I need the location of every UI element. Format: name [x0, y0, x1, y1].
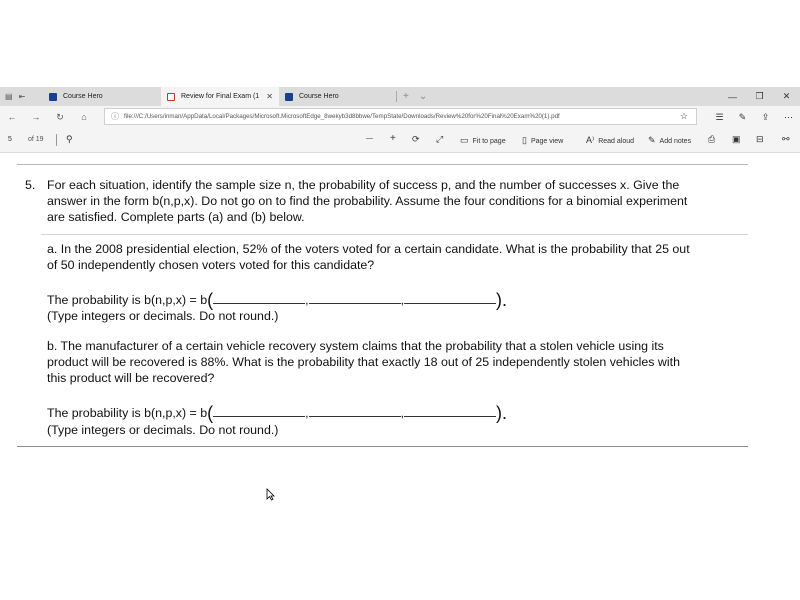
fit-to-page-icon: ▭	[460, 135, 469, 145]
part-b-line-2: product will be recovered is 88%. What i…	[47, 355, 680, 369]
more-icon[interactable]: ⋯	[777, 112, 800, 123]
part-b-line-1: b. The manufacturer of a certain vehicle…	[47, 339, 664, 353]
tab-course-hero-1[interactable]: Course Hero	[43, 87, 161, 106]
close-paren: ).	[496, 403, 508, 423]
home-icon[interactable]: ⌂	[72, 112, 96, 122]
favorites-icon[interactable]: ☰	[708, 112, 731, 123]
system-icons: ▤ ⇤	[0, 87, 43, 106]
page-view-label: Page view	[530, 138, 564, 145]
page-view-icon: ▯	[522, 135, 527, 145]
rotate-icon[interactable]: ⟳	[412, 134, 420, 145]
fit-to-page-label: Fit to page	[472, 138, 506, 145]
question-number: 5.	[25, 178, 36, 192]
close-tab-icon[interactable]: ✕	[266, 92, 273, 101]
tab-course-hero-2[interactable]: Course Hero	[279, 87, 397, 106]
part-b-x-input[interactable]	[404, 403, 497, 417]
open-paren: (	[207, 290, 214, 310]
part-b-p-input[interactable]	[308, 403, 401, 417]
part-a-p-input[interactable]	[308, 290, 401, 304]
url-text: file:///C:/Users/inman/AppData/Local/Pac…	[124, 113, 560, 120]
open-paren: (	[207, 403, 214, 423]
tab-divider	[396, 91, 397, 102]
read-aloud-button[interactable]: A⁾ Read aloud	[586, 135, 634, 146]
part-b-n-input[interactable]	[213, 403, 306, 417]
pdf-icon	[167, 92, 175, 101]
back-icon[interactable]: ←	[0, 112, 24, 122]
share-icon[interactable]: ⇪	[754, 112, 777, 123]
question-text-line-2: answer in the form b(n,p,x). Do not go o…	[47, 194, 688, 208]
new-tab-area: + ⌄	[403, 87, 427, 106]
tab-title: Review for Final Exam (1	[181, 93, 260, 100]
part-b-prompt: The probability is b(n,p,x) = b	[47, 406, 208, 420]
address-input[interactable]: ⓘ file:///C:/Users/inman/AppData/Local/P…	[104, 108, 697, 125]
browser-actions: ☰ ✎ ⇪ ⋯	[708, 106, 800, 128]
question-text-line-1: For each situation, identify the sample …	[47, 178, 680, 192]
fit-to-page-button[interactable]: ▭ Fit to page	[460, 135, 506, 146]
add-notes-icon: ✎	[648, 135, 656, 145]
part-a-answer-row: The probability is b(n,p,x) = b(,,).	[47, 290, 507, 309]
close-window-button[interactable]: ✕	[773, 87, 800, 106]
toolbar-divider	[56, 134, 57, 146]
read-aloud-label: Read aloud	[598, 138, 635, 145]
save-as-icon[interactable]: ⊟	[756, 134, 764, 145]
info-icon[interactable]: ⓘ	[111, 111, 119, 122]
tab-strip: ▤ ⇤ Course Hero Review for Final Exam (1…	[0, 87, 800, 106]
save-icon[interactable]: ▣	[732, 134, 741, 145]
full-screen-icon[interactable]: ⤢	[436, 134, 443, 145]
page-view-button[interactable]: ▯ Page view	[522, 135, 563, 146]
pdf-toolbar: 5 of 19 ⚲ — + ⟳ ⤢ ▭ Fit to page ▯ Page vie…	[0, 128, 800, 153]
pen-icon[interactable]: ✎	[731, 112, 754, 123]
tab-title: Course Hero	[299, 93, 339, 100]
search-icon[interactable]: ⚲	[66, 134, 73, 145]
part-a-x-input[interactable]	[404, 290, 497, 304]
course-hero-icon	[285, 92, 293, 101]
restore-button[interactable]: ❐	[746, 87, 773, 106]
read-aloud-icon: A⁾	[586, 135, 595, 145]
address-bar-row: ← → ↻ ⌂ ⓘ file:///C:/Users/inman/AppData…	[0, 106, 800, 128]
zoom-in-icon[interactable]: +	[390, 133, 396, 144]
zoom-out-icon[interactable]: —	[366, 135, 373, 142]
window-controls: — ❐ ✕	[719, 87, 800, 106]
refresh-icon[interactable]: ↻	[48, 112, 72, 123]
part-a-prompt: The probability is b(n,p,x) = b	[47, 293, 208, 307]
set-aside-tabs-icon[interactable]: ⇤	[19, 92, 26, 101]
top-divider	[17, 164, 748, 165]
part-a-line-1: a. In the 2008 presidential election, 52…	[47, 242, 690, 256]
chevron-down-icon[interactable]: ⌄	[419, 91, 427, 102]
part-b-answer-row: The probability is b(n,p,x) = b(,,).	[47, 403, 507, 422]
course-hero-icon	[49, 92, 57, 101]
close-paren: ).	[496, 290, 508, 310]
question-text-line-3: are satisfied. Complete parts (a) and (b…	[47, 210, 305, 224]
part-a-note: (Type integers or decimals. Do not round…	[47, 309, 279, 323]
tab-actions-icon[interactable]: ▤	[5, 92, 13, 101]
part-a-line-2: of 50 independently chosen voters voted …	[47, 258, 375, 272]
mouse-cursor-icon	[266, 488, 275, 501]
pin-toolbar-icon[interactable]: ⚯	[782, 134, 790, 145]
favorite-star-icon[interactable]: ☆	[680, 111, 688, 122]
part-a-divider	[41, 234, 748, 235]
part-b-line-3: this product will be recovered?	[47, 371, 215, 385]
add-notes-button[interactable]: ✎ Add notes	[648, 135, 691, 146]
forward-icon[interactable]: →	[24, 112, 48, 122]
minimize-button[interactable]: —	[719, 87, 746, 106]
page-number-input[interactable]: 5	[8, 136, 12, 143]
tab-title: Course Hero	[63, 93, 103, 100]
part-b-note: (Type integers or decimals. Do not round…	[47, 423, 279, 437]
part-a-n-input[interactable]	[213, 290, 306, 304]
bottom-divider	[17, 446, 748, 447]
page-count: of 19	[28, 136, 44, 143]
new-tab-icon[interactable]: +	[403, 91, 409, 102]
print-icon[interactable]: ⎙	[708, 134, 715, 145]
tab-review-final-exam[interactable]: Review for Final Exam (1 ✕	[161, 87, 279, 106]
add-notes-label: Add notes	[659, 138, 692, 145]
